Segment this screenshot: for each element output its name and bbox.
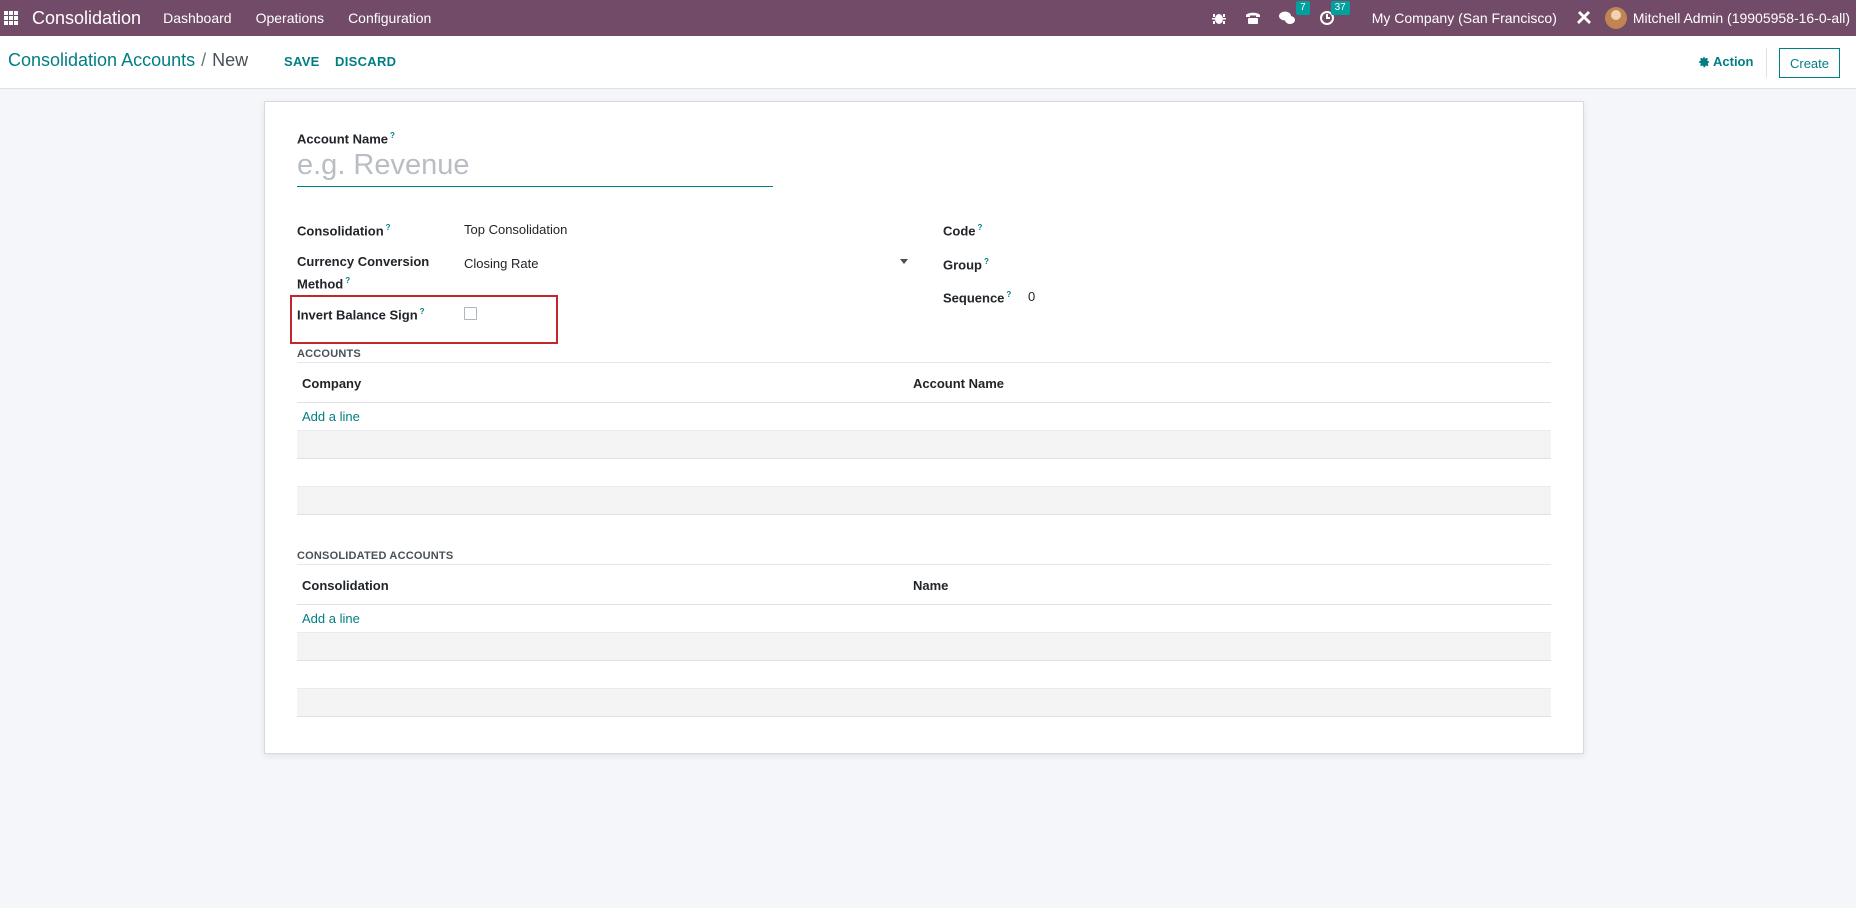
add-line-link[interactable]: Add a line (302, 611, 360, 626)
accounts-section-title: ACCOUNTS (297, 348, 361, 360)
table-row (297, 689, 1551, 717)
company-switcher[interactable]: My Company (San Francisco) (1372, 10, 1557, 26)
column-name[interactable]: Name (913, 578, 948, 593)
table-row (297, 487, 1551, 515)
phone-icon[interactable] (1244, 9, 1262, 27)
help-tooltip-icon[interactable]: ? (1006, 290, 1011, 299)
user-name: Mitchell Admin (19905958-16-0-all) (1632, 10, 1850, 26)
currency-conversion-label: Currency Conversion Method? (297, 254, 430, 292)
consolidation-field[interactable]: Top Consolidation (464, 222, 567, 237)
column-consolidation[interactable]: Consolidation (302, 578, 389, 593)
account-name-input[interactable]: e.g. Revenue (297, 145, 773, 187)
form-sheet: Account Name? e.g. Revenue Consolidation… (264, 101, 1584, 754)
action-button[interactable]: Action (1698, 54, 1753, 69)
table-row (297, 431, 1551, 459)
column-account-name[interactable]: Account Name (913, 376, 1004, 391)
accounts-table: Company Account Name Add a line (297, 363, 1551, 515)
help-tooltip-icon[interactable]: ? (978, 223, 983, 232)
breadcrumb-parent[interactable]: Consolidation Accounts (8, 50, 195, 70)
currency-method-select[interactable]: Closing Rate (464, 256, 538, 271)
user-menu[interactable]: Mitchell Admin (19905958-16-0-all) (1604, 7, 1850, 29)
consolidated-table-header: Consolidation Name (297, 565, 1551, 605)
menu-configuration[interactable]: Configuration (348, 10, 431, 26)
column-company[interactable]: Company (302, 376, 361, 391)
discard-button[interactable]: DISCARD (335, 54, 396, 69)
breadcrumb: Consolidation Accounts / New (8, 50, 248, 71)
apps-menu-icon[interactable] (4, 11, 18, 25)
breadcrumb-separator: / (201, 50, 207, 70)
consolidated-accounts-section-title: CONSOLIDATED ACCOUNTS (297, 550, 454, 562)
breadcrumb-current: New (212, 50, 249, 70)
debug-bug-icon[interactable] (1210, 9, 1228, 27)
action-label: Action (1713, 54, 1754, 69)
chevron-down-icon[interactable] (900, 259, 908, 264)
invert-balance-sign-checkbox[interactable] (464, 307, 477, 320)
sequence-field[interactable]: 0 (1028, 289, 1035, 304)
sequence-label: Sequence? (943, 290, 1012, 306)
help-tooltip-icon[interactable]: ? (390, 131, 395, 140)
activities-badge: 37 (1330, 1, 1350, 15)
control-panel: Consolidation Accounts / New SAVE DISCARD … (0, 36, 1856, 89)
table-row (297, 661, 1551, 689)
save-button[interactable]: SAVE (284, 54, 320, 69)
table-row (297, 459, 1551, 487)
messages-badge: 7 (1296, 1, 1310, 15)
table-row: Add a line (297, 605, 1551, 633)
help-tooltip-icon[interactable]: ? (984, 257, 989, 266)
gear-icon (1699, 56, 1709, 67)
menu-dashboard[interactable]: Dashboard (163, 10, 232, 26)
group-label: Group? (943, 257, 989, 273)
help-tooltip-icon[interactable]: ? (386, 223, 391, 232)
user-avatar (1604, 7, 1627, 29)
help-tooltip-icon[interactable]: ? (345, 276, 350, 285)
code-label: Code? (943, 223, 983, 239)
add-line-link[interactable]: Add a line (302, 409, 360, 424)
invert-balance-sign-label: Invert Balance Sign? (297, 307, 425, 323)
table-row (297, 633, 1551, 661)
create-button[interactable]: Create (1779, 48, 1840, 78)
accounts-table-header: Company Account Name (297, 363, 1551, 403)
messages-icon[interactable]: 7 (1278, 1, 1310, 27)
control-divider (1766, 48, 1767, 78)
consolidated-accounts-table: Consolidation Name Add a line (297, 565, 1551, 717)
help-tooltip-icon[interactable]: ? (420, 307, 425, 316)
table-row: Add a line (297, 403, 1551, 431)
top-navbar: Consolidation Dashboard Operations Confi… (0, 0, 1856, 36)
activities-clock-icon[interactable]: 37 (1318, 1, 1350, 27)
tools-icon[interactable] (1575, 9, 1593, 27)
menu-operations[interactable]: Operations (256, 10, 324, 26)
app-brand[interactable]: Consolidation (32, 8, 141, 29)
consolidation-label: Consolidation? (297, 223, 391, 239)
account-name-placeholder: e.g. Revenue (297, 149, 470, 181)
